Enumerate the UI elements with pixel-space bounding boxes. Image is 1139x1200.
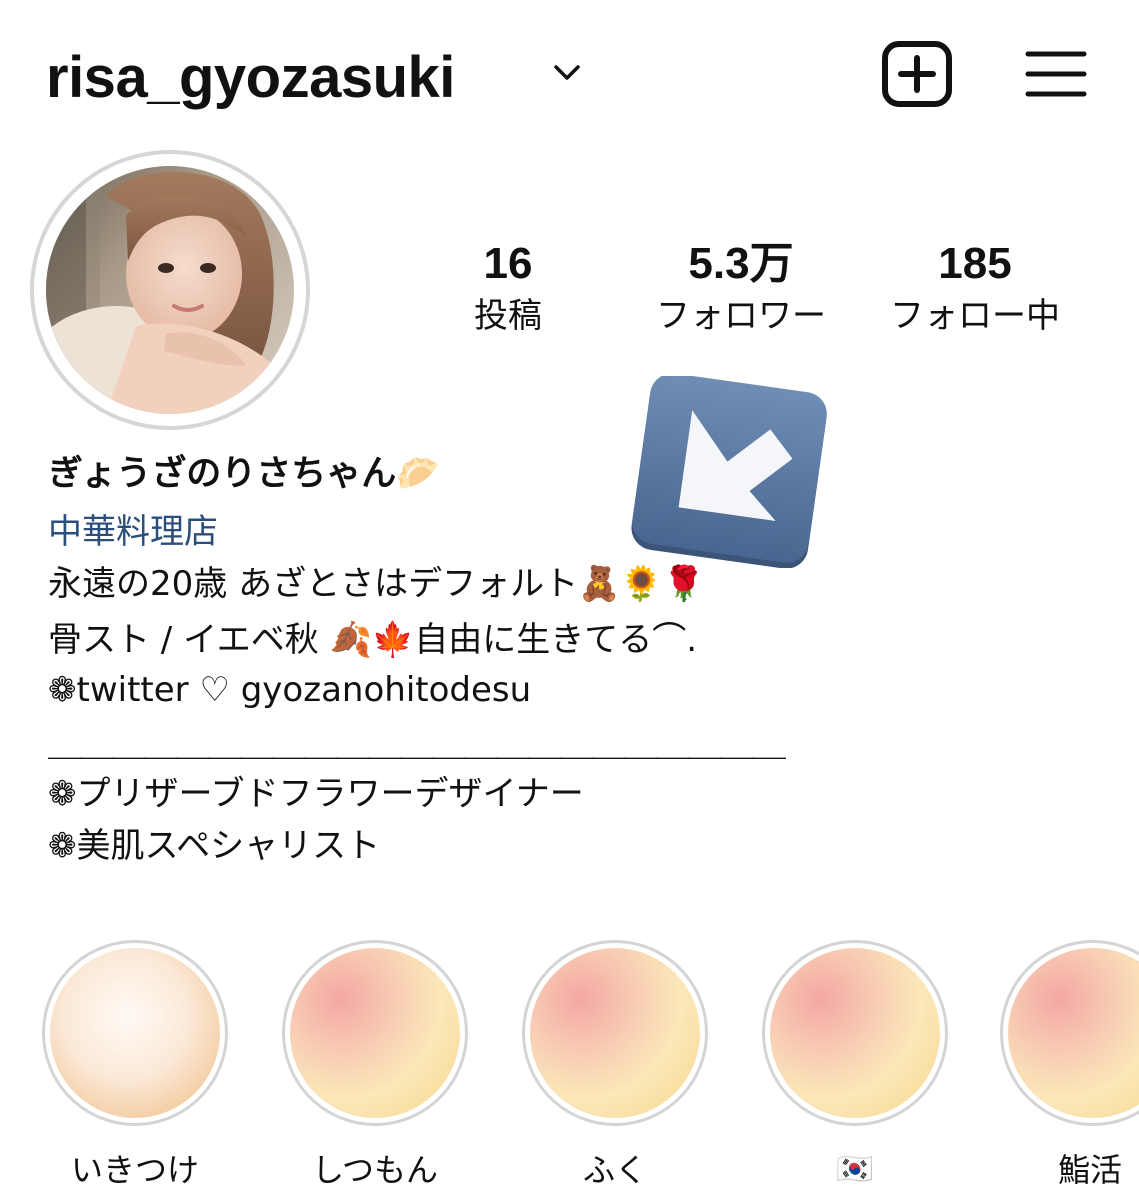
highlight-cover <box>42 940 228 1126</box>
bio-line: 骨スト / イエベ秋 🍂🍁自由に生きてる⌒. <box>48 620 698 660</box>
bio-line: ❁プリザーブドフラワーデザイナー <box>48 774 584 814</box>
arrow-down-left-icon <box>631 376 827 568</box>
stat-following[interactable]: 185 フォロー中 <box>855 238 1095 340</box>
bio-line: 永遠の20歳 あざとさはデフォルト🧸🌻🌹 <box>48 564 706 604</box>
posts-label: 投稿 <box>474 296 542 336</box>
highlight-label: 🇰🇷 <box>836 1152 874 1187</box>
highlight-item[interactable]: しつもん <box>280 940 470 1192</box>
posts-count: 16 <box>483 239 533 288</box>
highlight-item[interactable]: 鮨活 <box>998 940 1139 1192</box>
bio-divider: ＿＿＿＿＿＿＿＿＿＿＿＿＿＿＿＿＿＿＿＿＿＿＿ <box>48 724 786 764</box>
highlight-label: しつもん <box>311 1151 439 1189</box>
profile-avatar[interactable] <box>30 150 310 430</box>
followers-label: フォロワー <box>656 296 826 336</box>
highlight-cover <box>762 940 948 1126</box>
bio-line: ❁twitter ♡ gyozanohitodesu <box>48 670 532 710</box>
highlight-cover <box>1000 940 1139 1126</box>
followers-count: 5.3万 <box>688 239 794 288</box>
highlight-item[interactable]: 🇰🇷 <box>760 940 950 1192</box>
highlight-cover <box>282 940 468 1126</box>
hamburger-menu-icon[interactable] <box>1024 46 1088 102</box>
display-name: ぎょうざのりさちゃん🥟 <box>48 454 440 494</box>
avatar-photo <box>46 166 294 414</box>
highlight-item[interactable]: ふく <box>520 940 710 1192</box>
username-title[interactable]: risa_gyozasuki <box>46 38 455 118</box>
plus-square-icon[interactable] <box>880 40 954 108</box>
category-link[interactable]: 中華料理店 <box>48 506 218 558</box>
bio-line: ❁美肌スペシャリスト <box>48 826 381 866</box>
stat-posts[interactable]: 16 投稿 <box>388 238 628 340</box>
highlight-label: 鮨活 <box>1058 1151 1123 1189</box>
stat-followers[interactable]: 5.3万 フォロワー <box>621 238 861 340</box>
following-count: 185 <box>938 239 1012 288</box>
highlight-label: ふく <box>582 1151 647 1189</box>
highlight-item[interactable]: いきつけ <box>40 940 230 1192</box>
chevron-down-icon[interactable] <box>552 58 582 88</box>
following-label: フォロー中 <box>890 296 1060 336</box>
highlight-label: いきつけ <box>70 1151 199 1189</box>
highlight-cover <box>522 940 708 1126</box>
